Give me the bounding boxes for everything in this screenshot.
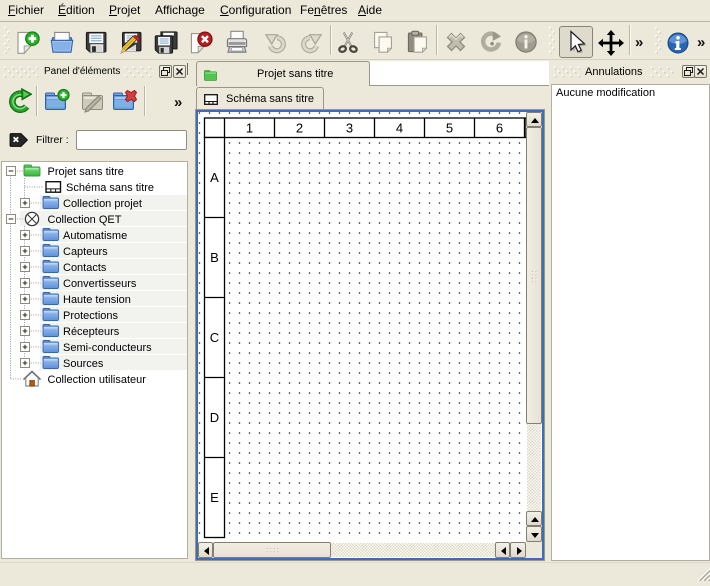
svg-text:Capteurs: Capteurs <box>63 246 108 258</box>
svg-text:Automatisme: Automatisme <box>63 230 127 242</box>
svg-text:5: 5 <box>446 121 453 136</box>
svg-text:Projet sans titre: Projet sans titre <box>48 166 124 178</box>
svg-text:B: B <box>210 250 219 265</box>
svg-text:Collection projet: Collection projet <box>63 198 142 210</box>
svg-text:Semi-conducteurs: Semi-conducteurs <box>63 342 152 354</box>
svg-text:A: A <box>210 170 219 185</box>
svg-text:Protections: Protections <box>63 310 119 322</box>
svg-text:Collection utilisateur: Collection utilisateur <box>48 374 147 386</box>
svg-text:Convertisseurs: Convertisseurs <box>63 278 137 290</box>
svg-text:E: E <box>210 490 219 505</box>
svg-text:Récepteurs: Récepteurs <box>63 326 120 338</box>
svg-text:C: C <box>210 330 219 345</box>
svg-text:Collection QET: Collection QET <box>48 214 122 226</box>
svg-text:4: 4 <box>396 121 403 136</box>
svg-text:Schéma sans titre: Schéma sans titre <box>66 182 154 194</box>
svg-text:1: 1 <box>246 121 253 136</box>
svg-text:6: 6 <box>496 121 503 136</box>
svg-text:Haute tension: Haute tension <box>63 294 131 306</box>
svg-text:Sources: Sources <box>63 358 104 370</box>
svg-text:D: D <box>210 410 219 425</box>
svg-text:Contacts: Contacts <box>63 262 107 274</box>
svg-text:3: 3 <box>346 121 353 136</box>
svg-text:2: 2 <box>296 121 303 136</box>
